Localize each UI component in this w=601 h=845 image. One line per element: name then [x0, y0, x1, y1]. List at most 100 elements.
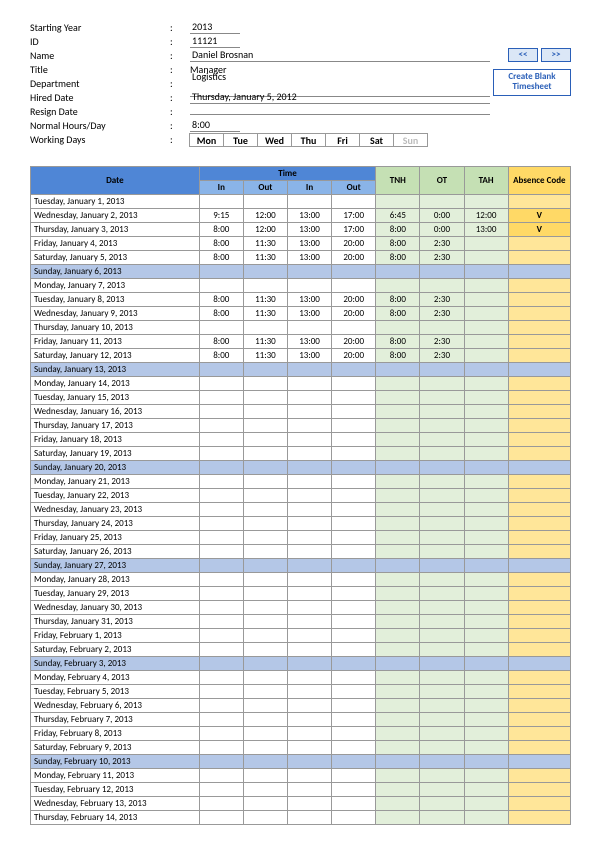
date-cell[interactable]: Wednesday, January 30, 2013	[31, 601, 200, 615]
date-cell[interactable]: Monday, January 7, 2013	[31, 279, 200, 293]
label-title: Title	[30, 63, 170, 76]
date-cell[interactable]: Thursday, February 7, 2013	[31, 713, 200, 727]
date-cell[interactable]: Friday, January 11, 2013	[31, 335, 200, 349]
table-row: Wednesday, January 9, 20138:0011:3013:00…	[31, 307, 571, 321]
table-row: Monday, January 28, 2013	[31, 573, 571, 587]
table-row: Tuesday, February 5, 2013	[31, 685, 571, 699]
date-cell[interactable]: Saturday, January 26, 2013	[31, 545, 200, 559]
date-cell[interactable]: Thursday, January 24, 2013	[31, 517, 200, 531]
date-cell[interactable]: Tuesday, January 22, 2013	[31, 489, 200, 503]
date-cell[interactable]: Saturday, January 19, 2013	[31, 447, 200, 461]
value-id[interactable]: 11121	[190, 34, 240, 48]
day-wed[interactable]: Wed	[257, 133, 292, 147]
create-blank-timesheet-button[interactable]: Create Blank Timesheet	[493, 69, 571, 96]
table-row: Saturday, January 12, 20138:0011:3013:00…	[31, 349, 571, 363]
day-thu[interactable]: Thu	[291, 133, 326, 147]
th-date: Date	[31, 167, 200, 195]
date-cell[interactable]: Thursday, February 14, 2013	[31, 811, 200, 825]
date-cell[interactable]: Monday, January 28, 2013	[31, 573, 200, 587]
table-row: Wednesday, January 30, 2013	[31, 601, 571, 615]
table-row: Wednesday, February 13, 2013	[31, 797, 571, 811]
label-id: ID	[30, 35, 170, 48]
date-cell[interactable]: Sunday, February 10, 2013	[31, 755, 200, 769]
table-row: Wednesday, January 16, 2013	[31, 405, 571, 419]
day-sat[interactable]: Sat	[359, 133, 394, 147]
table-row: Sunday, February 10, 2013	[31, 755, 571, 769]
th-in1: In	[199, 181, 243, 195]
date-cell[interactable]: Monday, February 11, 2013	[31, 769, 200, 783]
day-sun[interactable]: Sun	[393, 133, 428, 147]
table-row: Sunday, January 20, 2013	[31, 461, 571, 475]
table-row: Friday, January 18, 2013	[31, 433, 571, 447]
value-name[interactable]: Daniel Brosnan	[190, 48, 490, 62]
next-button[interactable]: >>	[541, 48, 571, 62]
table-row: Sunday, January 27, 2013	[31, 559, 571, 573]
table-row: Tuesday, January 1, 2013	[31, 195, 571, 209]
value-hours[interactable]: 8:00	[190, 118, 240, 132]
date-cell[interactable]: Tuesday, January 8, 2013	[31, 293, 200, 307]
table-row: Sunday, January 6, 2013	[31, 265, 571, 279]
date-cell[interactable]: Friday, January 18, 2013	[31, 433, 200, 447]
date-cell[interactable]: Saturday, February 9, 2013	[31, 741, 200, 755]
value-starting-year[interactable]: 2013	[190, 20, 240, 34]
table-row: Tuesday, January 29, 2013	[31, 587, 571, 601]
table-row: Wednesday, January 2, 20139:1512:0013:00…	[31, 209, 571, 223]
timesheet-table: Date Time TNH OT TAH Absence Code In Out…	[30, 166, 571, 825]
date-cell[interactable]: Wednesday, February 13, 2013	[31, 797, 200, 811]
date-cell[interactable]: Thursday, January 10, 2013	[31, 321, 200, 335]
date-cell[interactable]: Tuesday, January 1, 2013	[31, 195, 200, 209]
date-cell[interactable]: Thursday, January 3, 2013	[31, 223, 200, 237]
date-cell[interactable]: Sunday, January 6, 2013	[31, 265, 200, 279]
date-cell[interactable]: Tuesday, January 15, 2013	[31, 391, 200, 405]
table-row: Friday, February 8, 2013	[31, 727, 571, 741]
label-starting-year: Starting Year	[30, 21, 170, 34]
date-cell[interactable]: Wednesday, January 23, 2013	[31, 503, 200, 517]
th-absence: Absence Code	[508, 167, 570, 195]
date-cell[interactable]: Tuesday, February 5, 2013	[31, 685, 200, 699]
table-row: Monday, January 14, 2013	[31, 377, 571, 391]
table-row: Friday, January 4, 20138:0011:3013:0020:…	[31, 237, 571, 251]
date-cell[interactable]: Monday, February 4, 2013	[31, 671, 200, 685]
date-cell[interactable]: Friday, January 25, 2013	[31, 531, 200, 545]
table-row: Wednesday, February 6, 2013	[31, 699, 571, 713]
date-cell[interactable]: Sunday, January 20, 2013	[31, 461, 200, 475]
table-row: Saturday, January 19, 2013	[31, 447, 571, 461]
date-cell[interactable]: Friday, February 8, 2013	[31, 727, 200, 741]
date-cell[interactable]: Wednesday, January 16, 2013	[31, 405, 200, 419]
day-mon[interactable]: Mon	[189, 133, 224, 147]
table-row: Tuesday, January 8, 20138:0011:3013:0020…	[31, 293, 571, 307]
date-cell[interactable]: Monday, January 14, 2013	[31, 377, 200, 391]
date-cell[interactable]: Sunday, February 3, 2013	[31, 657, 200, 671]
date-cell[interactable]: Wednesday, January 9, 2013	[31, 307, 200, 321]
th-ot: OT	[420, 167, 464, 195]
date-cell[interactable]: Wednesday, February 6, 2013	[31, 699, 200, 713]
table-row: Wednesday, January 23, 2013	[31, 503, 571, 517]
date-cell[interactable]: Friday, January 4, 2013	[31, 237, 200, 251]
value-hired[interactable]: Thursday, January 5, 2012	[190, 90, 490, 104]
table-row: Saturday, February 2, 2013	[31, 643, 571, 657]
date-cell[interactable]: Thursday, January 31, 2013	[31, 615, 200, 629]
label-hired: Hired Date	[30, 91, 170, 104]
table-row: Saturday, February 9, 2013	[31, 741, 571, 755]
th-out2: Out	[332, 181, 376, 195]
table-row: Tuesday, February 12, 2013	[31, 783, 571, 797]
day-fri[interactable]: Fri	[325, 133, 360, 147]
date-cell[interactable]: Saturday, January 12, 2013	[31, 349, 200, 363]
prev-button[interactable]: <<	[508, 48, 538, 62]
value-resign[interactable]	[190, 114, 490, 115]
date-cell[interactable]: Saturday, February 2, 2013	[31, 643, 200, 657]
date-cell[interactable]: Tuesday, February 12, 2013	[31, 783, 200, 797]
date-cell[interactable]: Saturday, January 5, 2013	[31, 251, 200, 265]
th-in2: In	[287, 181, 331, 195]
date-cell[interactable]: Tuesday, January 29, 2013	[31, 587, 200, 601]
label-hours: Normal Hours/Day	[30, 119, 170, 132]
table-row: Monday, February 4, 2013	[31, 671, 571, 685]
day-tue[interactable]: Tue	[223, 133, 258, 147]
date-cell[interactable]: Thursday, January 17, 2013	[31, 419, 200, 433]
date-cell[interactable]: Friday, February 1, 2013	[31, 629, 200, 643]
date-cell[interactable]: Sunday, January 13, 2013	[31, 363, 200, 377]
table-row: Friday, January 11, 20138:0011:3013:0020…	[31, 335, 571, 349]
date-cell[interactable]: Monday, January 21, 2013	[31, 475, 200, 489]
date-cell[interactable]: Sunday, January 27, 2013	[31, 559, 200, 573]
date-cell[interactable]: Wednesday, January 2, 2013	[31, 209, 200, 223]
